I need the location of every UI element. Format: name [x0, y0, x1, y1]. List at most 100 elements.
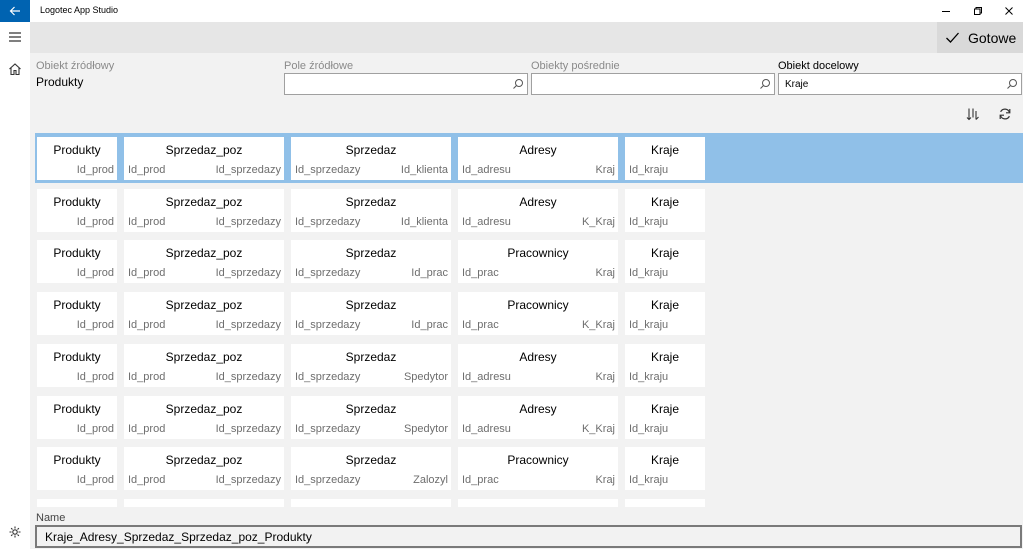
- restore-button[interactable]: [962, 0, 994, 22]
- app-title: Logotec App Studio: [40, 5, 119, 15]
- path-step-right-field: Id_prod: [76, 164, 114, 176]
- path-step-card: Sprzedaz_poz Id_prod Id_sprzedazy: [124, 344, 284, 387]
- path-row-partial[interactable]: [35, 495, 1023, 507]
- path-step-right-field: Id_klienta: [400, 164, 448, 176]
- path-step-card: Pracownicy Id_prac Kraj: [458, 240, 618, 283]
- path-step-name: Pracownicy: [507, 298, 569, 312]
- path-row[interactable]: Produkty Id_prod Sprzedaz_poz Id_prod Id_spr…: [35, 236, 1023, 286]
- path-step-card: Produkty Id_prod: [37, 240, 117, 283]
- source-field-input[interactable]: [285, 74, 527, 95]
- path-step-right-field: Id_sprzedazy: [215, 216, 281, 228]
- path-step-name: Adresy: [519, 195, 557, 209]
- path-step-card: Produkty Id_prod: [37, 189, 117, 232]
- path-step-name: Sprzedaz_poz: [165, 246, 243, 260]
- target-object-box: [778, 73, 1022, 95]
- path-step-name: Sprzedaz: [345, 402, 397, 416]
- path-step-right-field: Id_prod: [76, 267, 114, 279]
- path-step-name: Sprzedaz: [345, 298, 397, 312]
- path-step-card: Sprzedaz_poz Id_prod Id_sprzedazy: [124, 240, 284, 283]
- path-row[interactable]: Produkty Id_prod Sprzedaz_poz Id_prod Id_spr…: [35, 392, 1023, 442]
- path-step-name: Produkty: [53, 143, 101, 157]
- path-step-left-field: Id_adresu: [462, 216, 511, 228]
- path-step-right-field: Id_prod: [76, 371, 114, 383]
- title-bar: Logotec App Studio: [0, 0, 1023, 22]
- path-step-left-field: Id_prac: [462, 474, 499, 486]
- path-row[interactable]: Produkty Id_prod Sprzedaz_poz Id_prod Id_spr…: [35, 288, 1023, 338]
- restore-icon: [974, 7, 982, 15]
- path-step-card: [37, 499, 117, 507]
- sort-button[interactable]: [964, 105, 982, 123]
- minimize-icon: [942, 11, 950, 12]
- path-step-name: Kraje: [650, 143, 679, 157]
- back-button[interactable]: [0, 0, 30, 22]
- path-step-right-field: K_Kraj: [581, 319, 615, 331]
- path-step-right-field: Id_sprzedazy: [215, 164, 281, 176]
- search-icon[interactable]: [512, 78, 524, 90]
- path-step-name: Adresy: [519, 402, 557, 416]
- path-row[interactable]: Produkty Id_prod Sprzedaz_poz Id_prod Id_spr…: [35, 443, 1023, 493]
- intermediate-objects-input[interactable]: [532, 74, 774, 95]
- home-button[interactable]: [0, 54, 30, 84]
- path-step-left-field: Id_adresu: [462, 423, 511, 435]
- path-step-card: Kraje Id_kraju: [625, 240, 705, 283]
- settings-button[interactable]: [0, 517, 30, 547]
- path-step-card: Sprzedaz Id_sprzedazy Spedytor: [291, 344, 451, 387]
- path-step-card: Produkty Id_prod: [37, 137, 117, 180]
- path-row[interactable]: Produkty Id_prod Sprzedaz_poz Id_prod Id_spr…: [35, 185, 1023, 235]
- path-step-right-field: Id_prac: [411, 319, 448, 331]
- path-step-name: Kraje: [650, 246, 679, 260]
- navigation-rail: [0, 22, 30, 549]
- search-icon[interactable]: [1006, 78, 1018, 90]
- path-step-right-field: Id_sprzedazy: [215, 267, 281, 279]
- minimize-button[interactable]: [930, 0, 962, 22]
- name-label: Name: [36, 512, 66, 524]
- path-step-card: Sprzedaz Id_sprzedazy Id_prac: [291, 240, 451, 283]
- path-row[interactable]: Produkty Id_prod Sprzedaz_poz Id_prod Id_spr…: [35, 133, 1023, 183]
- path-step-right-field: Spedytor: [403, 423, 448, 435]
- path-step-card: Produkty Id_prod: [37, 292, 117, 335]
- menu-button[interactable]: [0, 22, 30, 52]
- path-step-right-field: Id_sprzedazy: [215, 474, 281, 486]
- path-row[interactable]: Produkty Id_prod Sprzedaz_poz Id_prod Id_spr…: [35, 340, 1023, 390]
- source-field-label: Pole źródłowe: [284, 60, 354, 72]
- search-icon[interactable]: [759, 78, 771, 90]
- path-step-left-field: Id_kraju: [629, 216, 669, 228]
- name-input[interactable]: [37, 527, 1020, 546]
- settings-icon: [9, 526, 21, 538]
- path-step-name: Sprzedaz_poz: [165, 402, 243, 416]
- sort-icon: [966, 108, 979, 121]
- path-step-name: Produkty: [53, 195, 101, 209]
- path-step-left-field: Id_prac: [462, 319, 499, 331]
- refresh-button[interactable]: [996, 105, 1014, 123]
- path-step-name: Sprzedaz: [345, 350, 397, 364]
- path-step-name: Sprzedaz: [345, 143, 397, 157]
- path-step-right-field: Id_prod: [76, 423, 114, 435]
- path-step-card: Produkty Id_prod: [37, 447, 117, 490]
- path-step-card: Kraje Id_kraju: [625, 137, 705, 180]
- path-step-name: Adresy: [519, 350, 557, 364]
- path-step-name: Sprzedaz_poz: [165, 143, 243, 157]
- path-step-left-field: Id_prod: [128, 267, 166, 279]
- close-button[interactable]: [993, 0, 1023, 22]
- target-object-label: Obiekt docelowy: [778, 60, 859, 72]
- path-step-left-field: Id_kraju: [629, 267, 669, 279]
- path-step-left-field: Id_sprzedazy: [295, 216, 361, 228]
- path-step-name: Produkty: [53, 453, 101, 467]
- path-step-right-field: Spedytor: [403, 371, 448, 383]
- done-button[interactable]: Gotowe: [937, 22, 1023, 53]
- path-step-name: Produkty: [53, 402, 101, 416]
- path-step-right-field: Zalozyl: [413, 474, 448, 486]
- path-step-left-field: Id_sprzedazy: [295, 164, 361, 176]
- name-box: [35, 525, 1022, 548]
- target-object-input[interactable]: [779, 74, 1021, 95]
- path-step-right-field: Id_sprzedazy: [215, 423, 281, 435]
- path-step-name: Pracownicy: [507, 246, 569, 260]
- done-button-label: Gotowe: [968, 29, 1017, 46]
- path-step-name: Produkty: [53, 350, 101, 364]
- path-step-card: Kraje Id_kraju: [625, 344, 705, 387]
- path-step-card: [291, 499, 451, 507]
- path-step-left-field: Id_prod: [128, 216, 166, 228]
- path-step-name: Adresy: [519, 143, 557, 157]
- path-step-card: Produkty Id_prod: [37, 396, 117, 439]
- path-step-right-field: K_Kraj: [581, 216, 615, 228]
